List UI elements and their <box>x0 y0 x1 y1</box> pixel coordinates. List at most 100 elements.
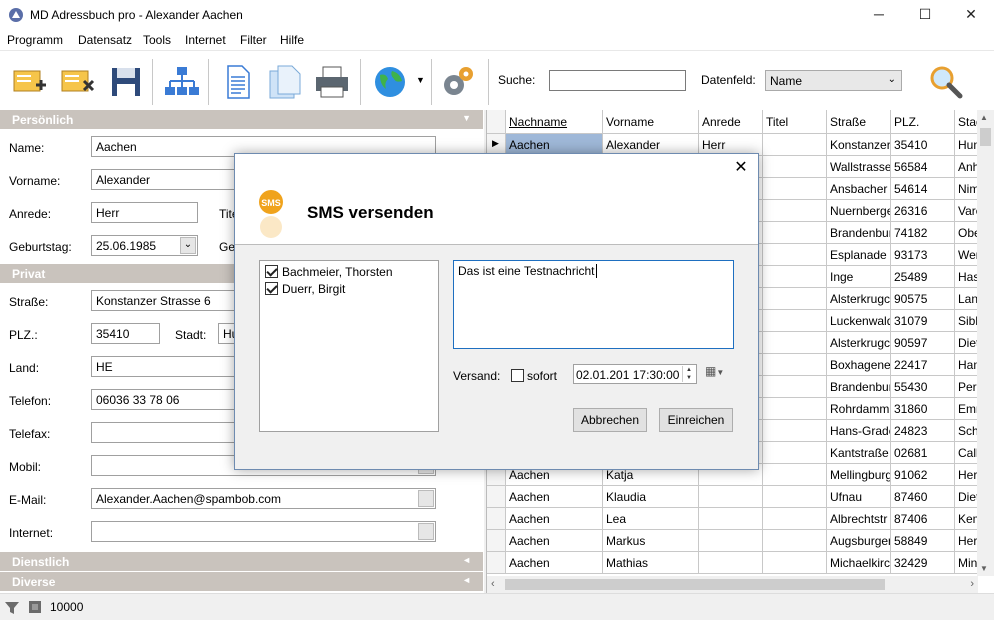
grid-cell[interactable]: 25489 <box>891 266 955 288</box>
sofort-checkbox[interactable] <box>511 369 524 382</box>
grid-cell[interactable]: Luckenwald <box>827 310 891 332</box>
grid-cell[interactable]: Boxhagener <box>827 354 891 376</box>
grid-cell[interactable] <box>699 508 763 530</box>
grid-cell[interactable]: Augsburger <box>827 530 891 552</box>
menu-tools[interactable]: Tools <box>143 33 171 47</box>
geburtstag-field[interactable]: 25.06.1985 ⌄ <box>91 235 198 256</box>
copy-document-icon[interactable] <box>266 65 302 99</box>
grid-cell[interactable] <box>763 398 827 420</box>
scroll-up-icon[interactable]: ▲ <box>980 113 988 122</box>
grid-cell[interactable]: Nuernberge <box>827 200 891 222</box>
document-icon[interactable] <box>220 65 256 99</box>
grid-column-header[interactable]: Anrede <box>699 110 763 134</box>
row-indicator[interactable] <box>487 508 506 530</box>
grid-column-header[interactable]: PLZ. <box>891 110 955 134</box>
grid-cell[interactable]: Brandenbur <box>827 222 891 244</box>
grid-cell[interactable]: 32429 <box>891 552 955 574</box>
recipient-item[interactable]: Bachmeier, Thorsten <box>265 265 393 281</box>
grid-cell[interactable]: Aachen <box>506 486 603 508</box>
dialog-close-button[interactable]: ✕ <box>732 159 750 177</box>
grid-cell[interactable]: 87406 <box>891 508 955 530</box>
grid-cell[interactable]: 58849 <box>891 530 955 552</box>
recipient-item[interactable]: Duerr, Birgit <box>265 282 345 298</box>
scroll-left-icon[interactable]: ‹ <box>491 578 495 590</box>
menu-filter[interactable]: Filter <box>240 33 267 47</box>
row-indicator[interactable] <box>487 552 506 574</box>
grid-cell[interactable] <box>699 486 763 508</box>
recipient-list[interactable]: Bachmeier, Thorsten Duerr, Birgit <box>259 260 439 432</box>
grid-cell[interactable] <box>763 266 827 288</box>
globe-icon[interactable] <box>372 65 408 99</box>
recipient-checkbox[interactable] <box>265 265 278 278</box>
datetime-spinner[interactable]: ▲ ▼ <box>682 366 695 382</box>
field-select[interactable]: Name ⌄ <box>765 70 902 91</box>
grid-cell[interactable]: Aachen <box>506 530 603 552</box>
close-window-button[interactable]: ✕ <box>948 0 994 30</box>
horizontal-scroll-thumb[interactable] <box>505 579 885 590</box>
grid-cell[interactable]: Rohrdamm <box>827 398 891 420</box>
grid-cell[interactable] <box>763 530 827 552</box>
grid-cell[interactable]: 35410 <box>891 134 955 156</box>
grid-cell[interactable] <box>763 486 827 508</box>
calendar-dropdown-icon[interactable]: ⌄ <box>180 237 196 254</box>
grid-cell[interactable]: Wallstrasse <box>827 156 891 178</box>
grid-cell[interactable]: 90575 <box>891 288 955 310</box>
grid-cell[interactable] <box>763 376 827 398</box>
grid-cell[interactable] <box>763 354 827 376</box>
grid-cell[interactable]: Klaudia <box>603 486 699 508</box>
grid-cell[interactable]: 74182 <box>891 222 955 244</box>
datetime-field[interactable]: 02.01.201 17:30:00 ▲ ▼ <box>573 364 697 384</box>
grid-cell[interactable]: Lea <box>603 508 699 530</box>
menu-hilfe[interactable]: Hilfe <box>280 33 304 47</box>
vertical-scrollbar[interactable]: ▲ ▼ <box>977 110 994 576</box>
settings-icon[interactable] <box>440 65 476 99</box>
grid-cell[interactable]: Hans-Grade <box>827 420 891 442</box>
grid-cell[interactable]: Mathias <box>603 552 699 574</box>
internet-action-button[interactable] <box>418 523 434 540</box>
grid-cell[interactable]: Michaelkirch <box>827 552 891 574</box>
message-textarea[interactable]: Das ist eine Testnachricht <box>453 260 734 349</box>
menu-programm[interactable]: Programm <box>7 33 63 47</box>
grid-cell[interactable]: 31079 <box>891 310 955 332</box>
grid-cell[interactable] <box>763 134 827 156</box>
filter-icon[interactable] <box>4 600 20 616</box>
printer-icon[interactable] <box>314 65 350 99</box>
grid-cell[interactable]: Markus <box>603 530 699 552</box>
grid-cell[interactable]: 31860 <box>891 398 955 420</box>
grid-cell[interactable]: Aachen <box>506 552 603 574</box>
calendar-picker-icon[interactable]: ▦▼ <box>705 364 733 384</box>
grid-cell[interactable]: Aachen <box>506 508 603 530</box>
section-header-diverse[interactable]: Diverse ◄ <box>0 572 483 591</box>
grid-cell[interactable]: 87460 <box>891 486 955 508</box>
search-icon[interactable] <box>928 65 964 99</box>
grid-cell[interactable] <box>763 222 827 244</box>
grid-cell[interactable] <box>763 178 827 200</box>
grid-cell[interactable]: Inge <box>827 266 891 288</box>
plz-field[interactable]: 35410 <box>91 323 160 344</box>
internet-field[interactable] <box>91 521 436 542</box>
grid-cell[interactable]: 90597 <box>891 332 955 354</box>
grid-cell[interactable]: Alsterkrugc <box>827 288 891 310</box>
row-indicator[interactable] <box>487 486 506 508</box>
section-header-dienstlich[interactable]: Dienstlich ◄ <box>0 552 483 571</box>
grid-cell[interactable] <box>763 442 827 464</box>
grid-cell[interactable]: Ansbacher <box>827 178 891 200</box>
grid-cell[interactable] <box>763 288 827 310</box>
grid-cell[interactable] <box>699 552 763 574</box>
grid-cell[interactable] <box>763 200 827 222</box>
grid-cell[interactable] <box>699 530 763 552</box>
grid-cell[interactable]: 54614 <box>891 178 955 200</box>
email-field[interactable]: Alexander.Aachen@spambob.com <box>91 488 436 509</box>
cancel-button[interactable]: Abbrechen <box>573 408 647 432</box>
recipient-checkbox[interactable] <box>265 282 278 295</box>
grid-cell[interactable]: 26316 <box>891 200 955 222</box>
horizontal-scrollbar[interactable]: ‹ › <box>487 576 978 593</box>
grid-cell[interactable]: 56584 <box>891 156 955 178</box>
section-header-persoenlich[interactable]: Persönlich ▼ <box>0 110 483 129</box>
grid-cell[interactable] <box>763 552 827 574</box>
scroll-right-icon[interactable]: › <box>970 578 974 590</box>
grid-column-header[interactable]: Titel <box>763 110 827 134</box>
anrede-field[interactable]: Herr <box>91 202 198 223</box>
grid-cell[interactable] <box>763 508 827 530</box>
menu-internet[interactable]: Internet <box>185 33 226 47</box>
